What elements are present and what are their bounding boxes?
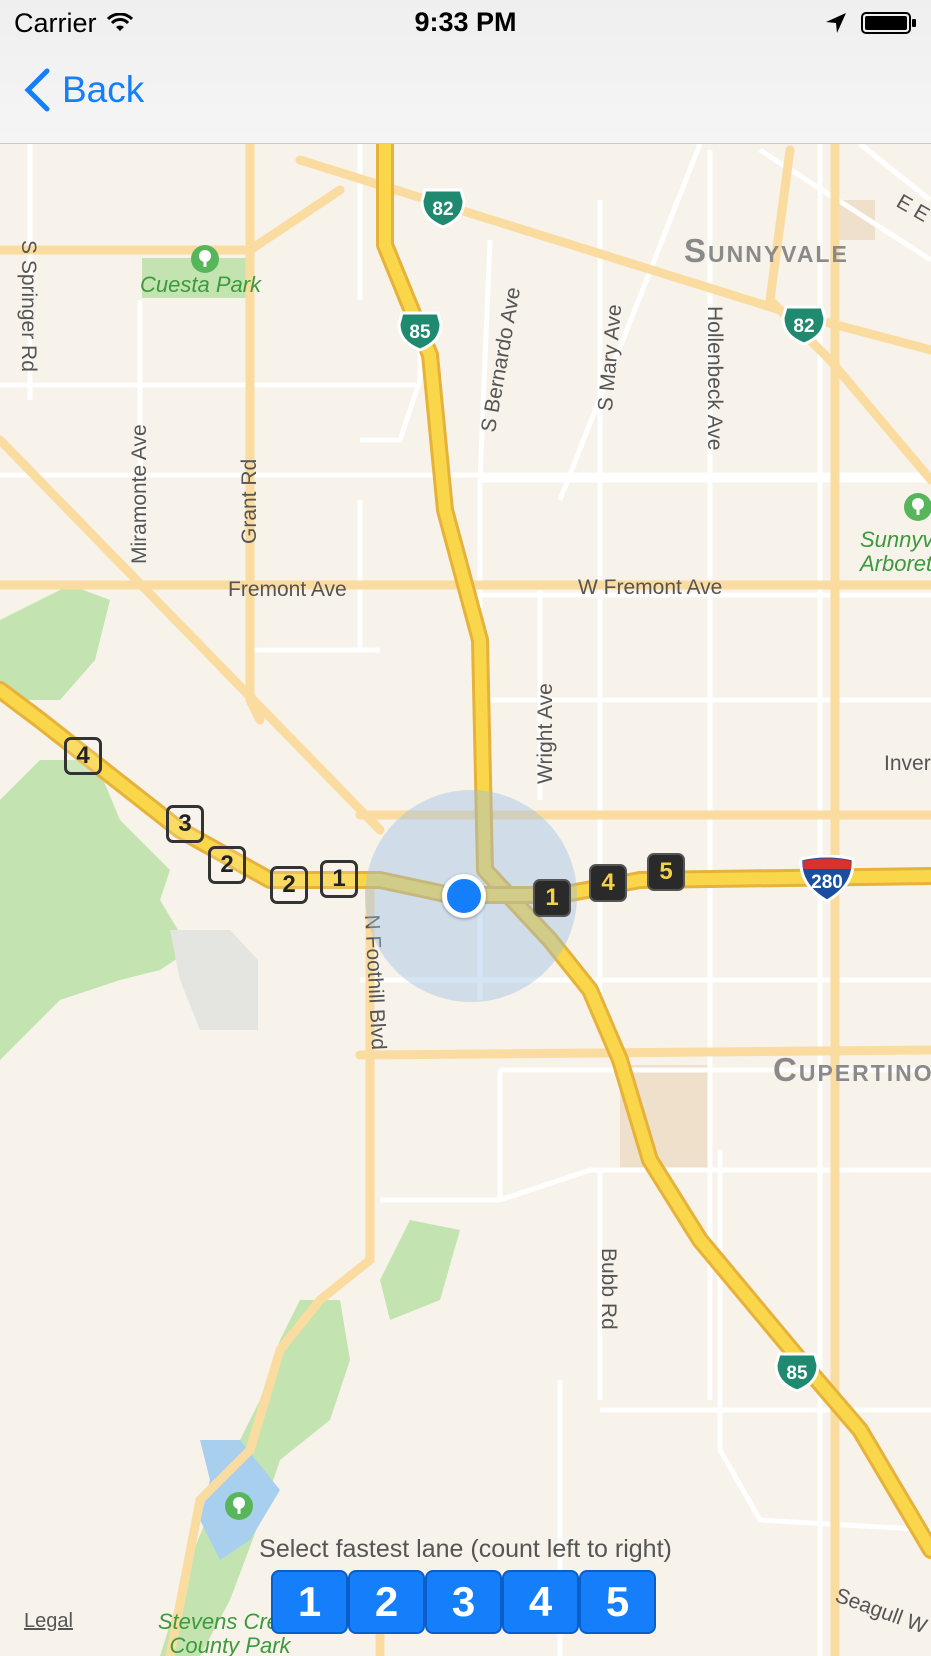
- street-label-miramonte: Miramonte Ave: [128, 424, 151, 564]
- legal-link[interactable]: Legal: [24, 1610, 73, 1633]
- lane-marker-outline[interactable]: 1: [320, 860, 358, 898]
- user-location-dot[interactable]: [442, 874, 486, 918]
- street-label-s-springer: S Springer Rd: [17, 240, 40, 372]
- lane-4-button[interactable]: 4: [502, 1570, 579, 1634]
- park-tree-icon: [191, 245, 219, 273]
- route-85-shield-icon: 85: [397, 310, 443, 352]
- street-label-inverness: Inver: [884, 752, 931, 775]
- route-85-shield-icon: 85: [774, 1351, 820, 1393]
- street-label-hollenbeck: Hollenbeck Ave: [703, 306, 726, 451]
- lane-marker-filled[interactable]: 1: [533, 879, 571, 917]
- back-button[interactable]: Back: [24, 68, 144, 112]
- lane-marker-filled[interactable]: 5: [647, 853, 685, 891]
- status-time: 9:33 PM: [414, 7, 517, 37]
- lane-marker-outline[interactable]: 3: [166, 805, 204, 843]
- city-label-sunnyvale: Sunnyvale: [684, 232, 849, 269]
- park-label-arboretum: Sunnyvale Arboretum: [860, 527, 931, 576]
- svg-text:85: 85: [409, 322, 431, 343]
- lane-selector: 1 2 3 4 5: [271, 1570, 656, 1634]
- svg-text:82: 82: [793, 316, 814, 337]
- chevron-left-icon: [24, 68, 50, 112]
- lane-3-button[interactable]: 3: [425, 1570, 502, 1634]
- interstate-280-shield-icon: 280: [797, 854, 857, 903]
- navigation-bar: Carrier 9:33 PM Back: [0, 0, 931, 144]
- park-tree-icon: [225, 1492, 253, 1520]
- lane-marker-outline[interactable]: 2: [270, 866, 308, 904]
- street-label-bubb: Bubb Rd: [597, 1248, 620, 1330]
- svg-text:280: 280: [811, 872, 843, 893]
- map-view[interactable]: Sunnyvale Cupertino Cuesta Park Sunnyval…: [0, 144, 931, 1656]
- svg-text:85: 85: [786, 1363, 808, 1384]
- lane-2-button[interactable]: 2: [348, 1570, 425, 1634]
- street-label-w-fremont: W Fremont Ave: [578, 576, 723, 599]
- lane-marker-outline[interactable]: 2: [208, 846, 246, 884]
- street-label-wright: Wright Ave: [534, 683, 557, 784]
- city-label-cupertino: Cupertino: [773, 1051, 931, 1088]
- route-82-shield-icon: 82: [781, 304, 827, 346]
- lane-marker-outline[interactable]: 4: [64, 737, 102, 775]
- park-label-cuesta: Cuesta Park: [140, 272, 262, 297]
- street-label-fremont: Fremont Ave: [228, 578, 347, 601]
- svg-text:82: 82: [432, 199, 453, 220]
- lane-prompt: Select fastest lane (count left to right…: [259, 1535, 672, 1563]
- lane-marker-filled[interactable]: 4: [589, 864, 627, 902]
- lane-1-button[interactable]: 1: [271, 1570, 348, 1634]
- lane-5-button[interactable]: 5: [579, 1570, 656, 1634]
- back-label: Back: [62, 69, 145, 110]
- route-82-shield-icon: 82: [420, 187, 466, 229]
- street-label-grant: Grant Rd: [238, 458, 261, 544]
- park-tree-icon: [904, 493, 931, 521]
